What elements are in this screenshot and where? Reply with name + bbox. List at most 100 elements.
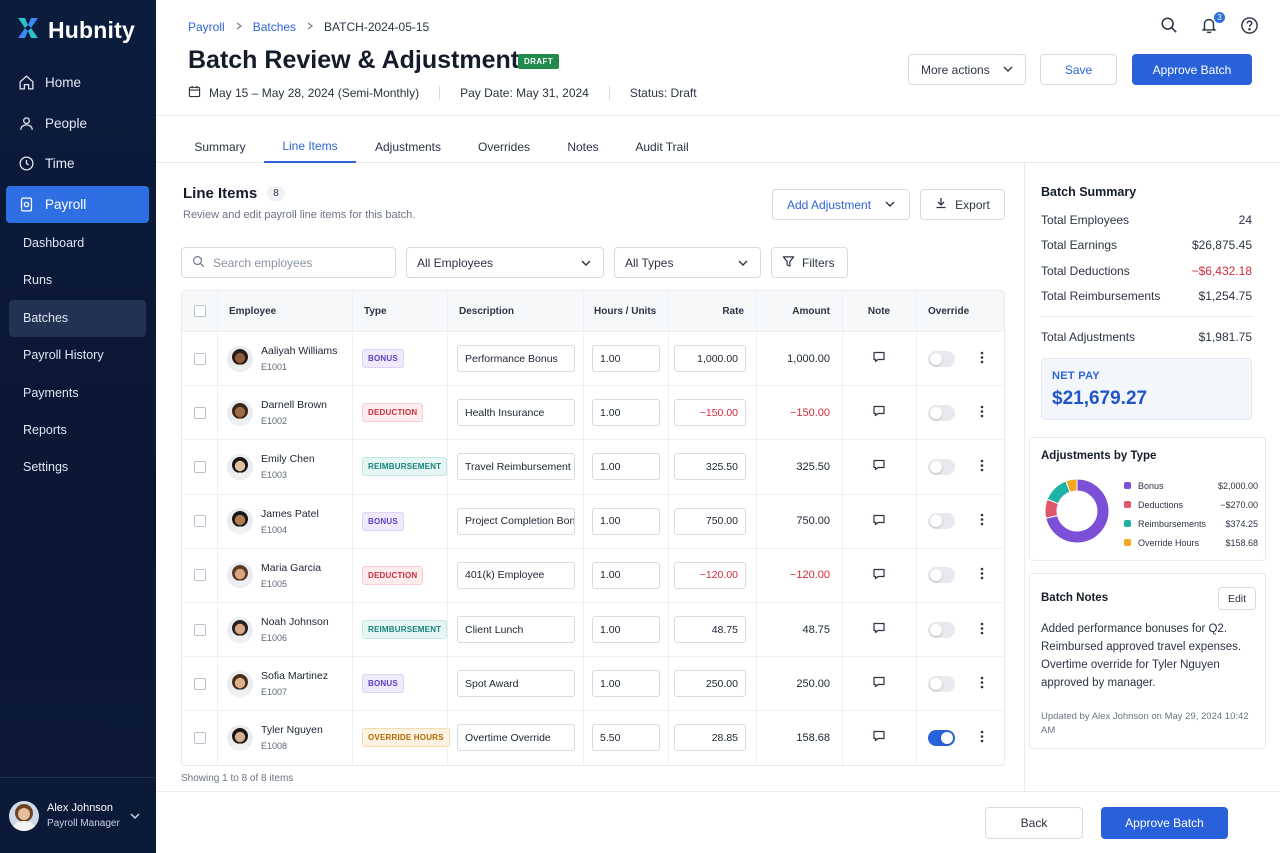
table-row[interactable]: Tyler Nguyen E1008 OVERRIDE HOURS Overti… — [182, 710, 1004, 765]
user-menu[interactable]: Alex Johnson Payroll Manager — [0, 777, 156, 853]
table-row[interactable]: Noah Johnson E1006 REIMBURSEMENT Client … — [182, 601, 1004, 657]
column-header[interactable]: Type — [364, 291, 387, 331]
column-header[interactable]: Rate — [668, 291, 744, 331]
override-toggle[interactable] — [928, 567, 955, 584]
description-input[interactable]: Health Insurance — [457, 399, 575, 427]
comment-icon[interactable] — [872, 621, 886, 638]
column-header[interactable]: Override — [928, 291, 969, 331]
column-header[interactable]: Amount — [756, 291, 830, 331]
breadcrumb-payroll[interactable]: Payroll — [188, 20, 225, 34]
table-row[interactable]: Maria Garcia E1005 DEDUCTION 401(k) Empl… — [182, 547, 1004, 602]
more-vertical-icon[interactable] — [980, 513, 984, 529]
override-toggle[interactable] — [928, 458, 955, 475]
subnav-item-batches[interactable]: Batches — [9, 299, 146, 337]
column-header[interactable]: Hours / Units — [594, 291, 656, 331]
approve-batch-button[interactable]: Approve Batch — [1132, 54, 1252, 85]
more-vertical-icon[interactable] — [980, 459, 984, 475]
type-filter-select[interactable]: All Types — [614, 247, 761, 278]
search-icon[interactable] — [1158, 14, 1180, 36]
tab-audit-trail[interactable]: Audit Trail — [626, 130, 698, 163]
sidebar-item-payroll[interactable]: Payroll — [6, 185, 149, 223]
rate-input[interactable]: 48.75 — [674, 616, 746, 644]
filters-button[interactable]: Filters — [771, 247, 848, 278]
rate-input[interactable]: 325.50 — [674, 453, 746, 481]
table-row[interactable]: Emily Chen E1003 REIMBURSEMENT Travel Re… — [182, 439, 1004, 494]
brand[interactable]: Hubnity — [16, 16, 135, 45]
comment-icon[interactable] — [872, 458, 886, 475]
override-toggle[interactable] — [928, 513, 955, 530]
more-vertical-icon[interactable] — [980, 676, 984, 692]
hours-input[interactable]: 5.50 — [592, 724, 660, 752]
approve-batch-footer-button[interactable]: Approve Batch — [1101, 807, 1228, 839]
subnav-item-dashboard[interactable]: Dashboard — [9, 225, 146, 262]
comment-icon[interactable] — [872, 675, 886, 692]
edit-notes-button[interactable]: Edit — [1218, 587, 1256, 610]
more-vertical-icon[interactable] — [980, 622, 984, 638]
hours-input[interactable]: 1.00 — [592, 616, 660, 644]
column-header[interactable]: Employee — [229, 291, 276, 331]
hours-input[interactable]: 1.00 — [592, 453, 660, 481]
sidebar-item-home[interactable]: Home — [6, 64, 149, 101]
hours-input[interactable]: 1.00 — [592, 507, 660, 535]
tab-line-items[interactable]: Line Items — [264, 130, 356, 163]
employee-filter-select[interactable]: All Employees — [406, 247, 604, 278]
tab-notes[interactable]: Notes — [556, 130, 610, 163]
subnav-item-payroll-history[interactable]: Payroll History — [9, 337, 146, 374]
override-toggle[interactable] — [928, 729, 955, 746]
rate-input[interactable]: 250.00 — [674, 670, 746, 698]
override-toggle[interactable] — [928, 350, 955, 367]
tab-overrides[interactable]: Overrides — [468, 130, 540, 163]
sidebar-item-people[interactable]: People — [6, 105, 149, 142]
help-icon[interactable] — [1238, 14, 1260, 36]
subnav-item-reports[interactable]: Reports — [9, 412, 146, 449]
row-checkbox[interactable] — [194, 731, 206, 744]
more-actions-dropdown[interactable]: More actions — [908, 54, 1026, 85]
comment-icon[interactable] — [872, 567, 886, 584]
table-row[interactable]: James Patel E1004 BONUS Project Completi… — [182, 493, 1004, 548]
comment-icon[interactable] — [872, 729, 886, 746]
tab-summary[interactable]: Summary — [184, 130, 256, 163]
comment-icon[interactable] — [872, 404, 886, 421]
row-checkbox[interactable] — [194, 569, 206, 582]
override-toggle[interactable] — [928, 621, 955, 638]
search-input[interactable]: Search employees — [181, 247, 396, 278]
rate-input[interactable]: −120.00 — [674, 561, 746, 589]
column-header[interactable]: Description — [459, 291, 514, 331]
description-input[interactable]: Overtime Override — [457, 724, 575, 752]
row-checkbox[interactable] — [194, 460, 206, 473]
export-button[interactable]: Export — [920, 189, 1005, 220]
column-header[interactable]: Note — [842, 291, 916, 331]
tab-adjustments[interactable]: Adjustments — [366, 130, 450, 163]
subnav-item-payments[interactable]: Payments — [9, 375, 146, 412]
subnav-item-settings[interactable]: Settings — [9, 449, 146, 486]
select-all-checkbox[interactable] — [194, 305, 206, 317]
more-vertical-icon[interactable] — [980, 567, 984, 583]
more-vertical-icon[interactable] — [980, 351, 984, 367]
bell-icon[interactable]: 3 — [1198, 11, 1226, 36]
more-vertical-icon[interactable] — [980, 730, 984, 746]
add-adjustment-button[interactable]: Add Adjustment — [772, 189, 910, 220]
more-vertical-icon[interactable] — [980, 405, 984, 421]
row-checkbox[interactable] — [194, 623, 206, 636]
row-checkbox[interactable] — [194, 352, 206, 365]
hours-input[interactable]: 1.00 — [592, 399, 660, 427]
row-checkbox[interactable] — [194, 677, 206, 690]
description-input[interactable]: Client Lunch — [457, 616, 575, 644]
description-input[interactable]: Spot Award — [457, 670, 575, 698]
subnav-item-runs[interactable]: Runs — [9, 262, 146, 299]
rate-input[interactable]: 28.85 — [674, 724, 746, 752]
hours-input[interactable]: 1.00 — [592, 670, 660, 698]
description-input[interactable]: Performance Bonus — [457, 345, 575, 373]
rate-input[interactable]: 750.00 — [674, 507, 746, 535]
hours-input[interactable]: 1.00 — [592, 561, 660, 589]
row-checkbox[interactable] — [194, 515, 206, 528]
description-input[interactable]: Project Completion Bonus — [457, 507, 575, 535]
comment-icon[interactable] — [872, 513, 886, 530]
breadcrumb-batches[interactable]: Batches — [253, 20, 296, 34]
table-row[interactable]: Darnell Brown E1002 DEDUCTION Health Ins… — [182, 385, 1004, 440]
description-input[interactable]: Travel Reimbursement — [457, 453, 575, 481]
override-toggle[interactable] — [928, 404, 955, 421]
save-button[interactable]: Save — [1040, 54, 1117, 85]
hours-input[interactable]: 1.00 — [592, 345, 660, 373]
comment-icon[interactable] — [872, 350, 886, 367]
